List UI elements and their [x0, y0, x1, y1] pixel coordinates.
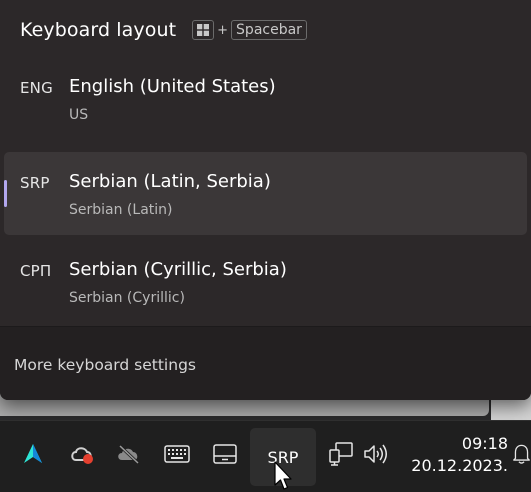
creative-cloud-icon[interactable] [67, 439, 97, 469]
touch-keyboard-icon[interactable] [162, 439, 192, 469]
spacebar-keycap: Spacebar [231, 20, 307, 40]
onedrive-icon[interactable] [114, 439, 144, 469]
language-name: Serbian (Cyrillic, Serbia) [69, 259, 287, 280]
taskbar: SRP 09:18 20.12.2023. [0, 420, 531, 492]
language-item-eng[interactable]: ENG English (United States) US [4, 57, 527, 140]
language-layout: Serbian (Latin) [69, 202, 173, 218]
language-item-srp-cyrillic[interactable]: СРП Serbian (Cyrillic, Serbia) Serbian (… [4, 240, 527, 323]
flyout-title: Keyboard layout [20, 19, 177, 41]
clock-time: 09:18 [461, 434, 508, 453]
language-item-srp-latin[interactable]: SRP Serbian (Latin, Serbia) Serbian (Lat… [4, 152, 527, 235]
app-logo-icon[interactable] [18, 439, 48, 469]
language-layout: US [69, 107, 89, 123]
keyboard-shortcut-hint: + Spacebar [192, 20, 307, 40]
language-code: ENG [20, 79, 53, 97]
language-name: English (United States) [69, 76, 276, 97]
keyboard-layout-flyout: Keyboard layout + Spacebar ENG English (… [0, 0, 531, 400]
notification-bell-icon[interactable] [512, 439, 531, 469]
language-code: SRP [20, 174, 50, 192]
windows-logo-icon [192, 20, 215, 40]
taskbar-clock[interactable]: 09:18 20.12.2023. [408, 433, 508, 477]
tablet-mode-icon[interactable] [210, 439, 240, 469]
more-keyboard-settings-link[interactable]: More keyboard settings [14, 356, 196, 374]
volume-icon[interactable] [361, 439, 391, 469]
language-layout: Serbian (Cyrillic) [69, 290, 185, 306]
shortcut-plus: + [217, 22, 229, 38]
mouse-cursor-icon [274, 461, 294, 492]
desktop-screen: Keyboard layout + Spacebar ENG English (… [0, 0, 531, 492]
flyout-header: Keyboard layout + Spacebar [20, 14, 307, 46]
flyout-footer: More keyboard settings [0, 326, 531, 400]
language-name: Serbian (Latin, Serbia) [69, 171, 271, 192]
network-icon[interactable] [326, 439, 356, 469]
language-code: СРП [20, 262, 52, 280]
clock-date: 20.12.2023. [411, 456, 508, 475]
selection-indicator [4, 180, 7, 207]
